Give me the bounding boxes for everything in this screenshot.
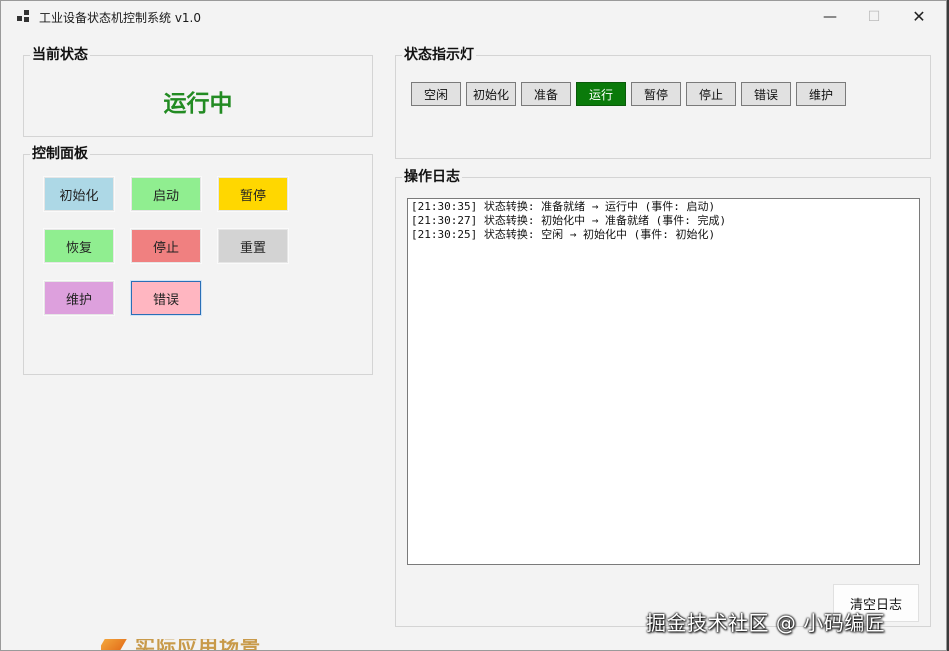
maintenance-button[interactable]: 维护 [43,280,115,316]
control-panel-group: 控制面板 初始化 启动 暂停 恢复 停止 重置 维护 错误 [23,146,373,375]
log-line: [21:30:35] 状态转换: 准备就绪 → 运行中 (事件: 启动) [411,200,716,213]
operation-log-group: 操作日志 [21:30:35] 状态转换: 准备就绪 → 运行中 (事件: 启动… [395,169,931,627]
error-button[interactable]: 错误 [130,280,202,316]
indicator-error: 错误 [741,82,791,106]
start-button[interactable]: 启动 [130,176,202,212]
indicator-running: 运行 [576,82,626,106]
init-button[interactable]: 初始化 [43,176,115,212]
indicator-stopped: 停止 [686,82,736,106]
current-state-group: 当前状态 运行中 [23,47,373,137]
minimize-button[interactable]: — [807,1,853,32]
orange-slash-graphic [101,639,127,650]
bottom-partial-text: 实际应用场景 [135,639,261,651]
app-icon [17,10,31,24]
current-state-value: 运行中 [163,91,233,117]
indicator-idle: 空闲 [411,82,461,106]
indicator-initializing: 初始化 [466,82,516,106]
status-indicator-title: 状态指示灯 [402,47,476,63]
indicator-ready: 准备 [521,82,571,106]
pause-button[interactable]: 暂停 [217,176,289,212]
stop-button[interactable]: 停止 [130,228,202,264]
resume-button[interactable]: 恢复 [43,228,115,264]
window-title: 工业设备状态机控制系统 v1.0 [39,11,202,25]
indicator-maintenance: 维护 [796,82,846,106]
control-panel-title: 控制面板 [30,146,90,162]
bottom-overlay-strip: 实际应用场景 [101,639,291,651]
current-state-title: 当前状态 [30,47,90,63]
main-window: 工业设备状态机控制系统 v1.0 — ☐ ✕ 当前状态 运行中 控制面板 初始化… [0,0,947,651]
log-textbox[interactable]: [21:30:35] 状态转换: 准备就绪 → 运行中 (事件: 启动) [21… [407,198,920,565]
maximize-button[interactable]: ☐ [851,1,897,32]
watermark-text: 掘金技术社区 @ 小码编匠 [646,611,886,635]
reset-button[interactable]: 重置 [217,228,289,264]
title-bar[interactable]: 工业设备状态机控制系统 v1.0 — ☐ ✕ [1,1,946,32]
log-line: [21:30:27] 状态转换: 初始化中 → 准备就绪 (事件: 完成) [411,214,727,227]
status-indicator-group: 状态指示灯 空闲 初始化 准备 运行 暂停 停止 错误 维护 [395,47,931,159]
log-line: [21:30:25] 状态转换: 空闲 → 初始化中 (事件: 初始化) [411,228,716,241]
operation-log-title: 操作日志 [402,169,462,185]
close-button[interactable]: ✕ [896,1,942,32]
indicator-paused: 暂停 [631,82,681,106]
